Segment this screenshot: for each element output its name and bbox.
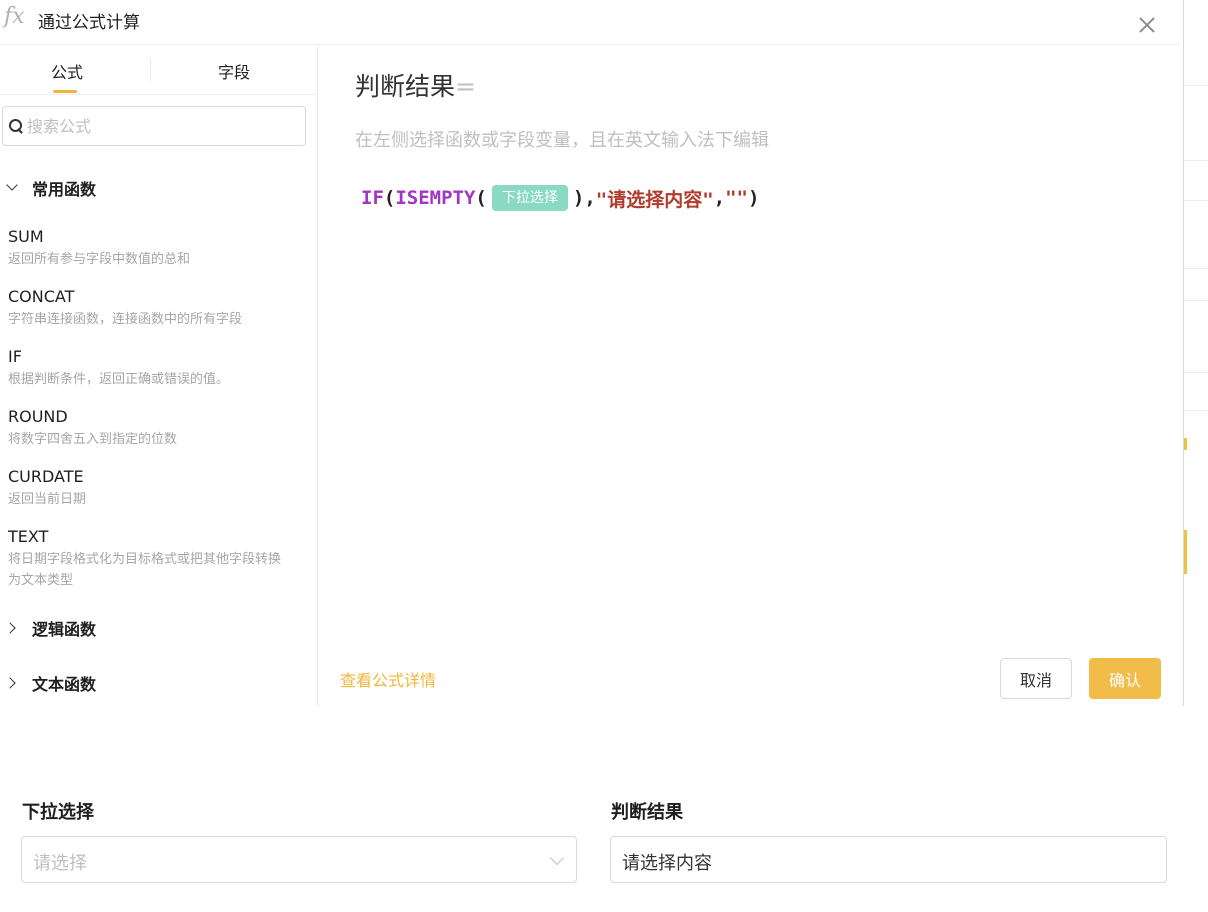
formula-punctuation: , (713, 187, 726, 209)
function-item-sum[interactable]: SUM 返回所有参与字段中数值的总和 (8, 226, 308, 270)
function-name: SUM (8, 227, 44, 246)
formula-search (2, 106, 306, 146)
function-item-round[interactable]: ROUND 将数字四舍五入到指定的位数 (8, 406, 308, 450)
chevron-down-icon (549, 850, 565, 866)
formula-punctuation: ), (572, 187, 596, 209)
chevron-right-icon (4, 622, 16, 634)
function-panel: 公式 字段 常用函数 SUM 返回所有参与字段中数值的总和 CONCAT 字符串… (0, 45, 318, 706)
target-field-title: 判断结果= (355, 67, 476, 103)
strip-line (1184, 200, 1208, 201)
confirm-button[interactable]: 确认 (1089, 658, 1161, 699)
function-description: 将数字四舍五入到指定的位数 (8, 432, 178, 447)
formula-function-if: IF (361, 187, 384, 209)
formula-punctuation: ) (748, 187, 760, 209)
function-item-if[interactable]: IF 根据判断条件，返回正确或错误的值。 (8, 346, 308, 390)
strip-line (1184, 410, 1208, 411)
view-formula-details-link[interactable]: 查看公式详情 (340, 667, 436, 691)
function-name: IF (8, 347, 22, 366)
formula-function-isempty: ISEMPTY (395, 187, 476, 209)
formula-string-true: "请选择内容" (595, 188, 714, 211)
formula-punctuation: ( (383, 187, 396, 209)
search-icon (9, 119, 23, 133)
group-label: 常用函数 (32, 180, 97, 199)
function-item-concat[interactable]: CONCAT 字符串连接函数，连接函数中的所有字段 (8, 286, 308, 330)
strip-accent (1184, 438, 1187, 450)
formula-string-false: "" (725, 187, 748, 209)
chevron-right-icon (4, 677, 16, 689)
editor-hint: 在左侧选择函数或字段变量，且在英文输入法下编辑 (355, 130, 769, 151)
function-name: CURDATE (8, 467, 84, 486)
strip-line (1184, 160, 1208, 161)
chevron-down-icon (6, 179, 18, 191)
strip-accent (1184, 530, 1187, 574)
function-name: TEXT (8, 527, 49, 546)
fx-icon: fx (4, 4, 25, 29)
function-description: 字符串连接函数，连接函数中的所有字段 (8, 312, 243, 327)
equals-sign: = (455, 72, 476, 101)
result-field-label: 判断结果 (611, 802, 683, 823)
panel-tabs: 公式 字段 (0, 45, 317, 95)
dropdown-select[interactable]: 请选择 (21, 836, 577, 883)
formula-punctuation: ( (475, 187, 487, 209)
function-description: 返回当前日期 (8, 492, 87, 507)
background-page-strip (1184, 0, 1208, 706)
function-description: 返回所有参与字段中数值的总和 (8, 252, 191, 267)
function-item-text[interactable]: TEXT 将日期字段格式化为目标格式或把其他字段转换为文本类型 (8, 526, 290, 591)
result-value: 请选择内容 (622, 853, 712, 874)
strip-line (1184, 300, 1208, 301)
group-common-functions[interactable]: 常用函数 (0, 176, 310, 202)
dropdown-placeholder: 请选择 (33, 853, 87, 874)
target-field-name: 判断结果 (355, 72, 456, 101)
function-name: ROUND (8, 407, 68, 426)
formula-field-chip[interactable]: 下拉选择 (491, 185, 568, 211)
strip-line (1184, 372, 1208, 373)
function-item-curdate[interactable]: CURDATE 返回当前日期 (8, 466, 308, 510)
function-name: CONCAT (8, 287, 75, 306)
formula-dialog: fx 通过公式计算 公式 字段 常用函数 SUM 返回所有参与字段中数值的总和 … (0, 0, 1183, 706)
function-description: 根据判断条件，返回正确或错误的值。 (8, 372, 230, 387)
tab-divider (150, 59, 151, 81)
dropdown-field-label: 下拉选择 (22, 802, 94, 823)
close-icon[interactable] (1136, 14, 1158, 36)
group-logic-functions[interactable]: 逻辑函数 (0, 616, 310, 642)
tab-field[interactable]: 字段 (218, 59, 250, 83)
formula-editor[interactable]: 判断结果= 在左侧选择函数或字段变量，且在英文输入法下编辑 IF ( ISEMP… (319, 45, 1181, 706)
group-text-functions[interactable]: 文本函数 (0, 671, 310, 697)
dialog-title: 通过公式计算 (38, 13, 140, 33)
formula-expression[interactable]: IF ( ISEMPTY ( 下拉选择 ), "请选择内容" , "" ) (361, 183, 759, 213)
cancel-button[interactable]: 取消 (1000, 658, 1072, 699)
result-field[interactable]: 请选择内容 (610, 836, 1167, 883)
active-tab-indicator (53, 90, 77, 93)
group-label: 逻辑函数 (32, 620, 97, 639)
tab-formula[interactable]: 公式 (51, 59, 83, 83)
search-input[interactable] (27, 115, 297, 137)
dialog-header: fx 通过公式计算 (0, 0, 1181, 45)
group-label: 文本函数 (32, 675, 97, 694)
strip-line (1184, 268, 1208, 269)
strip-line (1184, 85, 1208, 86)
function-description: 将日期字段格式化为目标格式或把其他字段转换为文本类型 (8, 552, 282, 588)
